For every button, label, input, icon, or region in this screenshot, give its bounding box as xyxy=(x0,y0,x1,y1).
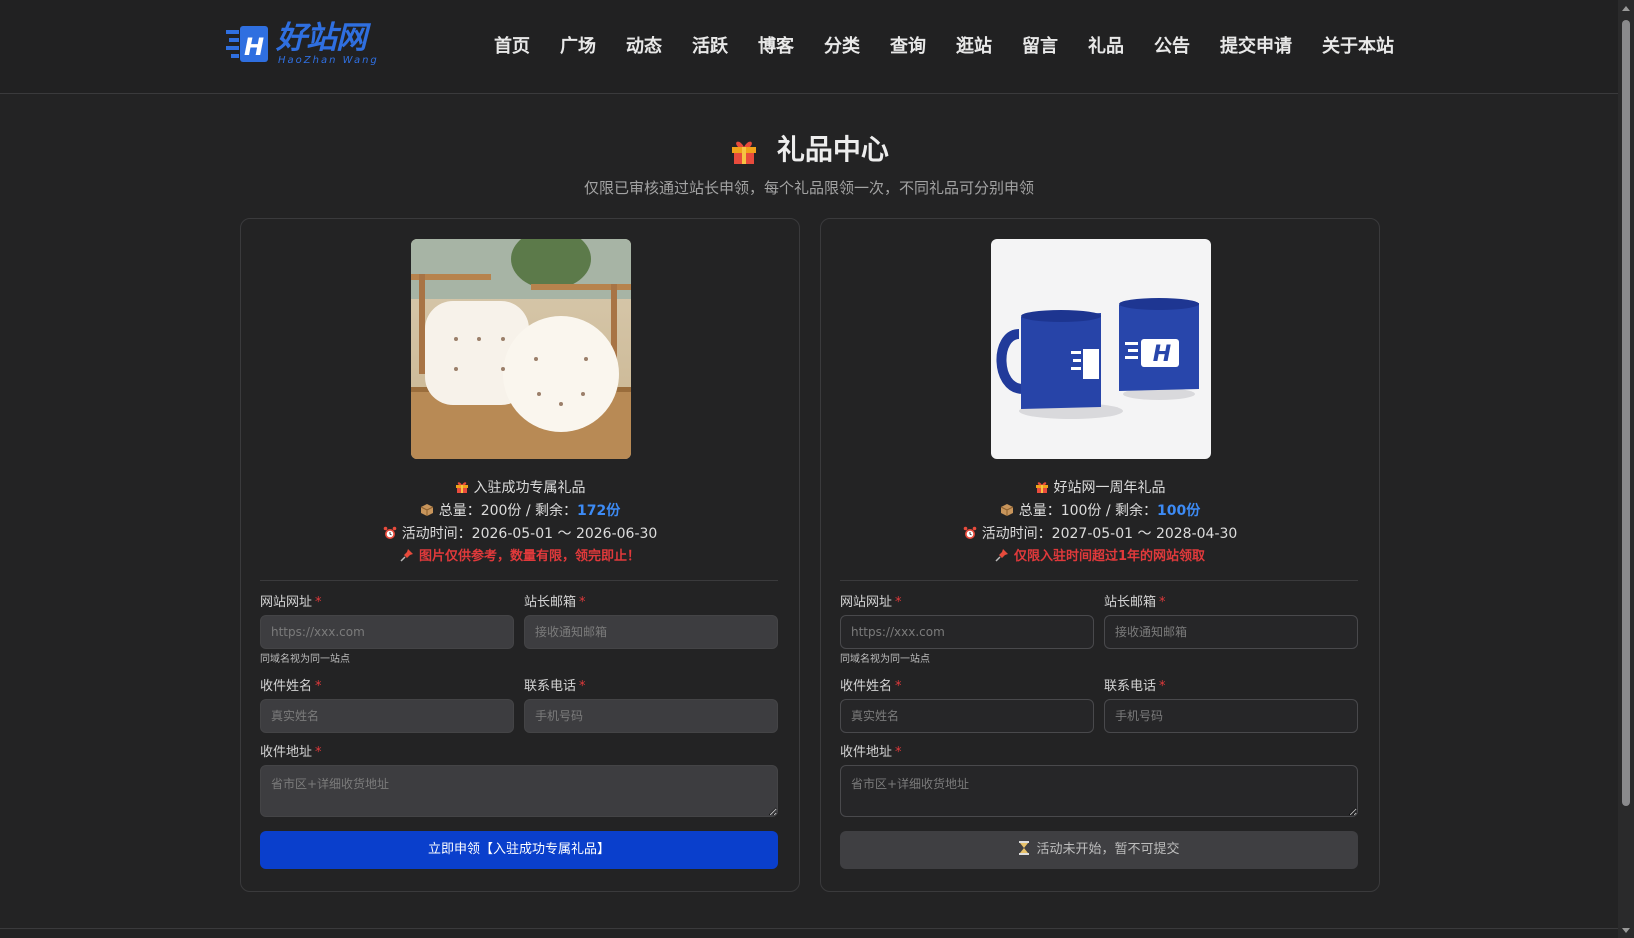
gift-card-2: H 好站网一周年礼品 总量：100份 / 剩余：100份 活动时间：2027-0… xyxy=(820,218,1380,892)
site-url-hint: 同域名视为同一站点 xyxy=(260,654,350,665)
gift-name: 入驻成功专属礼品 xyxy=(473,480,586,496)
pin-icon xyxy=(995,548,1009,562)
disabled-submit-label: 活动未开始，暂不可提交 xyxy=(1036,842,1180,857)
address-textarea[interactable] xyxy=(260,765,778,817)
email-input[interactable] xyxy=(524,615,778,649)
page-title: 礼品中心 xyxy=(0,130,1618,170)
recipient-name-label: 收件姓名 * xyxy=(260,679,322,694)
gift-name: 好站网一周年礼品 xyxy=(1053,480,1166,496)
gift-note-row: 图片仅供参考，数量有限，领完即止！ xyxy=(241,547,799,567)
email-input[interactable] xyxy=(1104,615,1358,649)
card-divider xyxy=(260,580,778,581)
recipient-name-input[interactable] xyxy=(260,699,514,733)
site-header: H 好站网 HaoZhan Wang 首页 广场 动态 活跃 博客 分类 查询 … xyxy=(0,0,1618,94)
gift-image-cushions xyxy=(411,239,631,459)
phone-input[interactable] xyxy=(524,699,778,733)
gift-icon xyxy=(732,141,757,164)
footer-divider xyxy=(0,928,1618,929)
gift-note: 仅限入驻时间超过1年的网站领取 xyxy=(1013,549,1206,564)
gift-card-1: 入驻成功专属礼品 总量：200份 / 剩余：172份 活动时间：2026-05-… xyxy=(240,218,800,892)
site-url-label: 网站网址 * xyxy=(840,595,902,610)
page-title-text: 礼品中心 xyxy=(776,133,889,166)
gift-stock-row: 总量：100份 / 剩余：100份 xyxy=(821,501,1379,521)
gift-period-row: 活动时间：2026-05-01 ～ 2026-06-30 xyxy=(241,524,799,544)
gift-image-mugs: H xyxy=(991,239,1211,459)
nav-item-category[interactable]: 分类 xyxy=(824,35,860,59)
site-url-input[interactable] xyxy=(840,615,1094,649)
phone-label: 联系电话 * xyxy=(524,679,586,694)
gift-period: 活动时间：2027-05-01 ～ 2028-04-30 xyxy=(981,526,1238,542)
gift-period: 活动时间：2026-05-01 ～ 2026-06-30 xyxy=(401,526,658,542)
site-url-input[interactable] xyxy=(260,615,514,649)
nav-item-notice[interactable]: 公告 xyxy=(1154,35,1190,59)
address-label: 收件地址 * xyxy=(260,745,322,760)
main-nav: 首页 广场 动态 活跃 博客 分类 查询 逛站 留言 礼品 公告 提交申请 关于… xyxy=(0,35,1618,59)
scroll-up-arrow-icon[interactable] xyxy=(1622,6,1630,11)
phone-input[interactable] xyxy=(1104,699,1358,733)
gift-note: 图片仅供参考，数量有限，领完即止！ xyxy=(418,549,640,564)
nav-item-news[interactable]: 动态 xyxy=(626,35,662,59)
svg-text:H: H xyxy=(1153,342,1171,367)
package-icon xyxy=(420,503,434,517)
site-url-label: 网站网址 * xyxy=(260,595,322,610)
nav-item-square[interactable]: 广场 xyxy=(560,35,596,59)
gift-remaining: 100份 xyxy=(1157,503,1201,519)
nav-item-browse[interactable]: 逛站 xyxy=(956,35,992,59)
gift-stock-row: 总量：200份 / 剩余：172份 xyxy=(241,501,799,521)
nav-item-about[interactable]: 关于本站 xyxy=(1322,35,1394,59)
nav-item-gifts[interactable]: 礼品 xyxy=(1088,35,1124,59)
disabled-submit-button[interactable]: 活动未开始，暂不可提交 xyxy=(840,831,1358,869)
nav-item-blog[interactable]: 博客 xyxy=(758,35,794,59)
nav-item-active[interactable]: 活跃 xyxy=(692,35,728,59)
gift-note-row: 仅限入驻时间超过1年的网站领取 xyxy=(821,547,1379,567)
gift-remaining: 172份 xyxy=(577,503,621,519)
card-divider xyxy=(840,580,1358,581)
hourglass-icon xyxy=(1018,833,1030,855)
recipient-name-input[interactable] xyxy=(840,699,1094,733)
site-url-hint: 同域名视为同一站点 xyxy=(840,654,930,665)
page-subtitle: 仅限已审核通过站长申领，每个礼品限领一次，不同礼品可分别申领 xyxy=(583,179,1034,197)
scroll-down-arrow-icon[interactable] xyxy=(1622,928,1630,933)
gift-icon xyxy=(455,480,469,494)
gift-total-label: 总量：200份 / 剩余： xyxy=(438,503,578,519)
gift-name-row: 好站网一周年礼品 xyxy=(821,478,1379,498)
nav-item-submit[interactable]: 提交申请 xyxy=(1220,35,1292,59)
phone-label: 联系电话 * xyxy=(1104,679,1166,694)
gift-total-label: 总量：100份 / 剩余： xyxy=(1018,503,1158,519)
gift-name-row: 入驻成功专属礼品 xyxy=(241,478,799,498)
email-label: 站长邮箱 * xyxy=(1104,595,1166,610)
email-label: 站长邮箱 * xyxy=(524,595,586,610)
scroll-thumb[interactable] xyxy=(1622,20,1630,806)
recipient-name-label: 收件姓名 * xyxy=(840,679,902,694)
address-textarea[interactable] xyxy=(840,765,1358,817)
nav-item-home[interactable]: 首页 xyxy=(494,35,530,59)
gift-period-row: 活动时间：2027-05-01 ～ 2028-04-30 xyxy=(821,524,1379,544)
package-icon xyxy=(1000,503,1014,517)
nav-item-query[interactable]: 查询 xyxy=(890,35,926,59)
page-scrollbar[interactable] xyxy=(1618,0,1634,938)
gift-icon xyxy=(1035,480,1049,494)
alarm-clock-icon xyxy=(963,526,977,540)
apply-button[interactable]: 立即申领【入驻成功专属礼品】 xyxy=(260,831,778,869)
pin-icon xyxy=(400,548,414,562)
address-label: 收件地址 * xyxy=(840,745,902,760)
alarm-clock-icon xyxy=(383,526,397,540)
nav-item-message[interactable]: 留言 xyxy=(1022,35,1058,59)
